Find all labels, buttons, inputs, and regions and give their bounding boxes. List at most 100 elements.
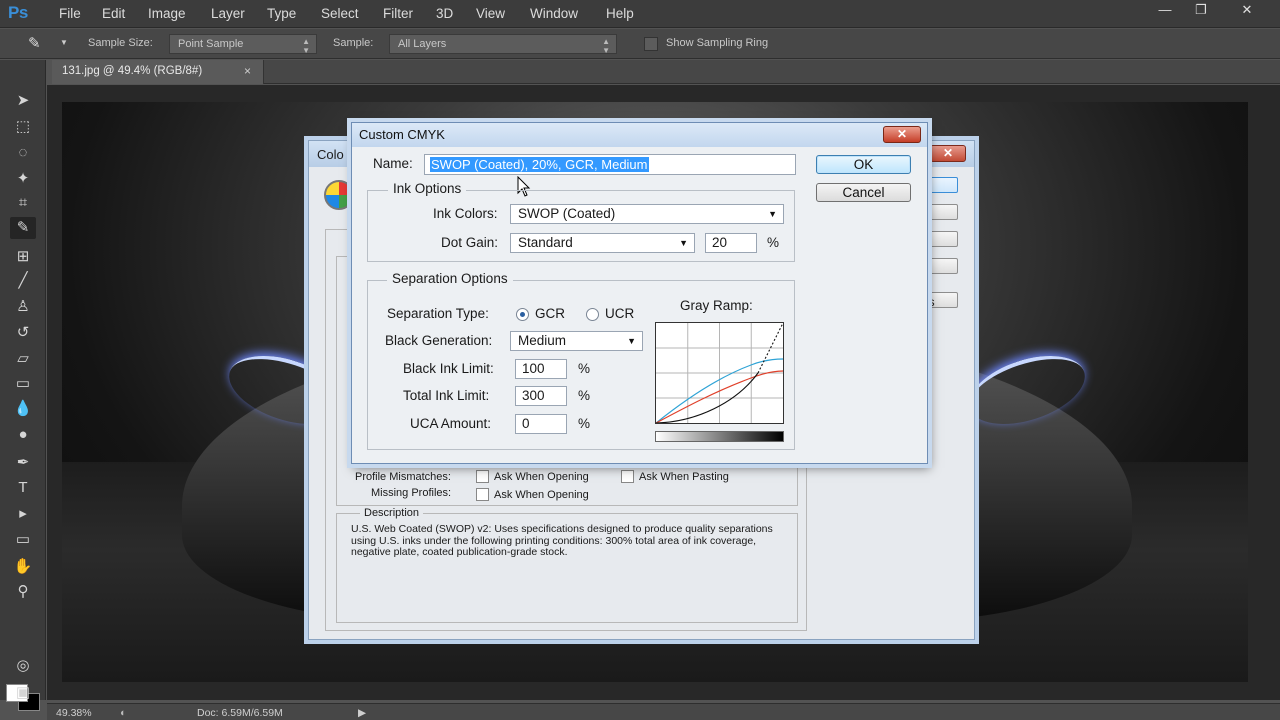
dot-gain-select[interactable]: Standard ▼ xyxy=(510,233,695,253)
eyedropper-icon[interactable]: ✎ xyxy=(28,34,41,52)
ucr-radio[interactable] xyxy=(586,308,599,321)
profile-mismatches-label: Profile Mismatches: xyxy=(355,471,451,483)
healing-tool-icon[interactable]: ⊞ xyxy=(10,246,36,268)
dot-gain-amount-input[interactable]: 20 xyxy=(705,233,757,253)
name-input-value: SWOP (Coated), 20%, GCR, Medium xyxy=(430,157,649,172)
sample-label: Sample: xyxy=(333,37,374,49)
status-bar: 49.38% ◐ Doc: 6.59M/6.59M ▶ xyxy=(47,703,1280,720)
crop-tool-icon[interactable]: ⌗ xyxy=(10,192,36,214)
zoom-level[interactable]: 49.38% xyxy=(56,707,92,719)
screen-mode-icon[interactable]: ▣ xyxy=(10,682,36,704)
stamp-tool-icon[interactable]: ♙ xyxy=(10,296,36,318)
document-tab-bar: 131.jpg @ 49.4% (RGB/8#) × xyxy=(52,60,1280,84)
mismatch-ask-opening-label: Ask When Opening xyxy=(494,471,589,483)
menu-3d[interactable]: 3D xyxy=(436,6,453,21)
photoshop-logo: Ps xyxy=(8,3,28,22)
menu-edit[interactable]: Edit xyxy=(102,6,125,21)
dodge-tool-icon[interactable]: ● xyxy=(10,424,36,446)
menu-bar: Ps File Edit Image Layer Type Select Fil… xyxy=(0,0,1280,28)
hand-tool-icon[interactable]: ✋ xyxy=(10,556,36,578)
document-tab[interactable]: 131.jpg @ 49.4% (RGB/8#) × xyxy=(52,60,264,84)
uca-amount-label: UCA Amount: xyxy=(410,416,492,431)
mismatch-ask-opening-checkbox[interactable] xyxy=(476,470,489,483)
move-tool-icon[interactable]: ➤ xyxy=(10,90,36,112)
black-generation-select[interactable]: Medium ▼ xyxy=(510,331,643,351)
show-sampling-ring-checkbox[interactable] xyxy=(644,37,658,51)
menu-type[interactable]: Type xyxy=(267,6,296,21)
menu-window[interactable]: Window xyxy=(530,6,578,21)
color-settings-ok-button[interactable] xyxy=(928,177,958,193)
updown-arrows-icon: ▲ ▼ xyxy=(602,37,610,55)
chevron-down-icon: ▼ xyxy=(627,336,636,346)
pen-tool-icon[interactable]: ✒ xyxy=(10,452,36,474)
eraser-tool-icon[interactable]: ▱ xyxy=(10,348,36,370)
path-selection-icon[interactable]: ▸ xyxy=(10,503,36,525)
black-ink-limit-input[interactable]: 100 xyxy=(515,359,567,379)
toolbox: ➤ ⬚ ◌ ✦ ⌗ ✎ ⊞ ╱ ♙ ↺ ▱ ▭ 💧 ● ✒ T ▸ ▭ ✋ ⚲ … xyxy=(0,60,46,711)
status-icon[interactable]: ◐ xyxy=(120,707,126,719)
menu-image[interactable]: Image xyxy=(148,6,186,21)
history-brush-icon[interactable]: ↺ xyxy=(10,322,36,344)
color-settings-icon xyxy=(324,180,354,210)
lasso-tool-icon[interactable]: ◌ xyxy=(10,142,36,164)
name-label: Name: xyxy=(373,156,413,171)
color-settings-close-button[interactable]: ✕ xyxy=(930,145,966,162)
blur-tool-icon[interactable]: 💧 xyxy=(10,398,36,420)
cancel-button[interactable]: Cancel xyxy=(816,183,911,202)
quick-mask-icon[interactable]: ◎ xyxy=(10,655,36,677)
magic-wand-tool-icon[interactable]: ✦ xyxy=(10,168,36,190)
color-settings-load-button[interactable] xyxy=(928,231,958,247)
separation-type-label: Separation Type: xyxy=(387,306,489,321)
gray-ramp-graph xyxy=(655,322,784,424)
menu-layer[interactable]: Layer xyxy=(211,6,245,21)
total-ink-limit-input[interactable]: 300 xyxy=(515,386,567,406)
black-generation-value: Medium xyxy=(518,333,567,348)
close-window-button[interactable]: ✕ xyxy=(1230,0,1264,22)
dot-gain-value: Standard xyxy=(518,235,573,250)
type-tool-icon[interactable]: T xyxy=(10,477,36,499)
name-input[interactable]: SWOP (Coated), 20%, GCR, Medium xyxy=(424,154,796,175)
ink-colors-label: Ink Colors: xyxy=(433,206,498,221)
description-text: U.S. Web Coated (SWOP) v2: Uses specific… xyxy=(351,523,773,559)
mismatch-ask-pasting-checkbox[interactable] xyxy=(621,470,634,483)
total-ink-limit-label: Total Ink Limit: xyxy=(403,388,490,403)
sample-size-select[interactable]: Point Sample ▲ ▼ xyxy=(169,34,317,55)
color-settings-save-button[interactable] xyxy=(928,258,958,274)
sample-size-label: Sample Size: xyxy=(88,37,153,49)
menu-file[interactable]: File xyxy=(59,6,81,21)
sample-size-value: Point Sample xyxy=(178,38,244,50)
document-size: Doc: 6.59M/6.59M xyxy=(197,707,283,719)
marquee-tool-icon[interactable]: ⬚ xyxy=(10,116,36,138)
gcr-radio[interactable] xyxy=(516,308,529,321)
ink-colors-select[interactable]: SWOP (Coated) ▼ xyxy=(510,204,784,224)
ok-button[interactable]: OK xyxy=(816,155,911,174)
menu-help[interactable]: Help xyxy=(606,6,634,21)
status-menu-arrow-icon[interactable]: ▶ xyxy=(358,707,366,719)
shape-tool-icon[interactable]: ▭ xyxy=(10,529,36,551)
menu-select[interactable]: Select xyxy=(321,6,359,21)
gradient-tool-icon[interactable]: ▭ xyxy=(10,373,36,395)
ink-colors-value: SWOP (Coated) xyxy=(518,206,616,221)
restore-button[interactable]: ❐ xyxy=(1184,0,1218,22)
tool-preset-arrow-icon[interactable]: ▼ xyxy=(60,38,68,47)
document-tab-title: 131.jpg @ 49.4% (RGB/8#) xyxy=(62,65,203,77)
close-tab-icon[interactable]: × xyxy=(244,64,251,78)
custom-cmyk-close-button[interactable]: ✕ xyxy=(883,126,921,143)
color-settings-cancel-button[interactable] xyxy=(928,204,958,220)
menu-view[interactable]: View xyxy=(476,6,505,21)
uca-amount-input[interactable]: 0 xyxy=(515,414,567,434)
brush-tool-icon[interactable]: ╱ xyxy=(10,270,36,292)
minimize-button[interactable]: — xyxy=(1148,0,1182,22)
sample-select[interactable]: All Layers ▲ ▼ xyxy=(389,34,617,55)
total-ink-limit-unit: % xyxy=(578,388,591,403)
show-sampling-ring-label: Show Sampling Ring xyxy=(666,37,769,49)
description-title: Description xyxy=(360,507,424,519)
dot-gain-unit: % xyxy=(767,235,780,250)
missing-ask-opening-checkbox[interactable] xyxy=(476,488,489,501)
menu-filter[interactable]: Filter xyxy=(383,6,413,21)
separation-options-legend: Separation Options xyxy=(387,271,513,286)
eyedropper-tool-icon[interactable]: ✎ xyxy=(10,217,36,239)
zoom-tool-icon[interactable]: ⚲ xyxy=(10,581,36,603)
gcr-label: GCR xyxy=(535,306,565,321)
uca-amount-unit: % xyxy=(578,416,591,431)
